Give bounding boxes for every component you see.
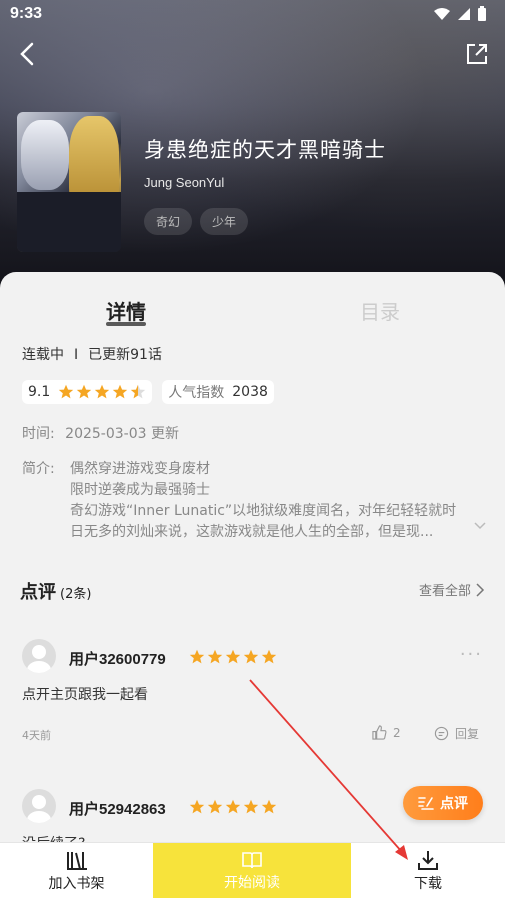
review-stars [189, 649, 277, 665]
serial-status: 连载中 I 已更新91话 [22, 344, 162, 364]
share-icon[interactable] [465, 42, 489, 66]
top-navigation [0, 40, 505, 70]
tag-shonen[interactable]: 少年 [200, 208, 249, 235]
tab-toc[interactable]: 目录 [360, 296, 400, 325]
star-icon [77, 384, 92, 399]
expand-chevron-icon[interactable] [473, 521, 487, 531]
reply-button[interactable]: 回复 [434, 725, 479, 742]
chevron-right-icon [476, 582, 485, 597]
star-icon [261, 799, 277, 814]
book-cover [17, 112, 121, 252]
detail-card: 详情 目录 连载中 I 已更新91话 9.1 人气指数 2038 时间: 202… [0, 272, 505, 842]
star-icon [225, 649, 241, 664]
star-icon [189, 799, 205, 814]
reviews-title: 点评 [20, 582, 56, 603]
battery-icon [478, 6, 486, 21]
synopsis-body: 偶然穿进游戏变身废材 限时逆袭成为最强骑士 奇幻游戏“Inner Lunatic… [70, 459, 487, 543]
score-pill: 9.1 [22, 380, 153, 404]
synopsis-line: 偶然穿进游戏变身废材 [70, 461, 210, 477]
edit-icon [418, 797, 434, 810]
review-time: 4天前 [22, 729, 51, 742]
more-options-icon[interactable]: ··· [460, 644, 483, 665]
reviews-count: (2条) [60, 587, 92, 602]
star-icon [113, 384, 128, 399]
review-username[interactable]: 用户32600779 [69, 648, 166, 669]
status-icons [433, 6, 487, 22]
back-arrow-icon[interactable] [14, 40, 42, 68]
star-icon [207, 799, 223, 814]
write-review-label: 点评 [440, 796, 468, 812]
start-reading-label: 开始阅读 [224, 875, 280, 891]
synopsis-line: 限时逆袭成为最强骑士 [70, 482, 210, 498]
reply-label: 回复 [455, 727, 480, 741]
book-author: Jung SeonYul [144, 175, 225, 190]
serial-state: 连载中 [22, 347, 64, 363]
view-all-label: 查看全部 [418, 584, 471, 599]
synopsis[interactable]: 简介: 偶然穿进游戏变身废材 限时逆袭成为最强骑士 奇幻游戏“Inner Lun… [22, 459, 487, 543]
popularity-label: 人气指数 [168, 385, 225, 401]
book-title: 身患绝症的天才黑暗骑士 [144, 138, 386, 162]
synopsis-label: 简介: [22, 461, 55, 477]
synopsis-line: 奇幻游戏“Inner Lunatic”以地狱级难度闻名，对年纪轻轻就时 [70, 503, 457, 519]
tab-details[interactable]: 详情 [106, 296, 146, 326]
bottom-action-bar: 加入书架 开始阅读 下载 [0, 842, 505, 898]
separator: I [74, 347, 79, 363]
time-value: 2025-03-03 更新 [65, 426, 179, 442]
reply-icon [434, 726, 449, 741]
add-to-shelf-button[interactable]: 加入书架 [0, 843, 153, 898]
update-time: 时间: 2025-03-03 更新 [22, 423, 179, 443]
star-icon [225, 799, 241, 814]
signal-icon [458, 8, 470, 20]
updated-count: 已更新91话 [88, 347, 162, 363]
popularity-value: 2038 [232, 384, 268, 400]
synopsis-line: 日无多的刘灿来说，这款游戏就是他人生的全部，但是现... [70, 524, 434, 540]
add-to-shelf-label: 加入书架 [48, 876, 105, 892]
star-icon [243, 799, 259, 814]
avatar[interactable] [22, 639, 56, 673]
open-book-icon [242, 852, 262, 869]
avatar[interactable] [22, 789, 56, 823]
bookshelf-icon [66, 852, 87, 870]
book-tags: 奇幻 少年 [144, 208, 249, 235]
download-label: 下载 [414, 876, 442, 892]
rating-row: 9.1 人气指数 2038 [22, 380, 274, 404]
thumbs-up-icon [372, 725, 387, 740]
status-bar: 9:33 [0, 0, 505, 30]
star-icon [207, 649, 223, 664]
star-icon [243, 649, 259, 664]
score-stars [58, 384, 146, 400]
write-review-button[interactable]: 点评 [403, 786, 483, 820]
download-button[interactable]: 下载 [351, 843, 505, 898]
review-username[interactable]: 用户52942863 [69, 798, 166, 819]
reviews-heading: 点评 (2条) [20, 578, 91, 604]
start-reading-button[interactable]: 开始阅读 [153, 843, 351, 898]
star-icon [189, 649, 205, 664]
star-icon [261, 649, 277, 664]
download-icon [418, 851, 438, 870]
review-text: 没后续了? [22, 833, 85, 842]
star-icon [59, 384, 74, 399]
like-count: 2 [393, 725, 401, 740]
tag-fantasy[interactable]: 奇幻 [144, 208, 193, 235]
half-star-icon [131, 384, 146, 399]
tab-bar: 详情 目录 [0, 272, 505, 342]
review-stars [189, 799, 277, 815]
review-text: 点开主页跟我一起看 [22, 687, 148, 703]
status-time: 9:33 [10, 5, 43, 22]
score-value: 9.1 [28, 384, 51, 400]
popularity-pill: 人气指数 2038 [162, 380, 274, 404]
like-button[interactable]: 2 [372, 725, 401, 740]
star-icon [95, 384, 110, 399]
time-label: 时间: [22, 426, 55, 442]
view-all-reviews[interactable]: 查看全部 [419, 580, 485, 599]
wifi-icon [434, 8, 450, 20]
